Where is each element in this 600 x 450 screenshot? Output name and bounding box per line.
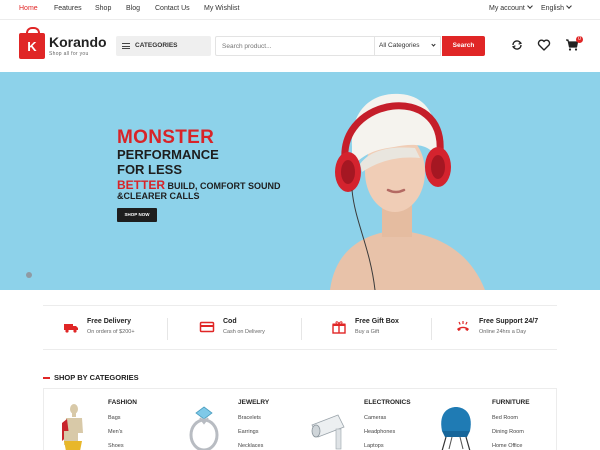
logo-icon[interactable]: K [19, 27, 45, 59]
category-title[interactable]: JEWELRY [238, 399, 269, 406]
phone-icon [457, 321, 469, 331]
category-link[interactable]: Bags [108, 415, 121, 421]
hero-heading-4: BETTER BUILD, COMFORT SOUND [117, 178, 281, 192]
nav-contact-us[interactable]: Contact Us [155, 5, 190, 12]
feature-subtitle: Online 24hrs a Day [479, 329, 527, 335]
category-link[interactable]: Earrings [238, 429, 258, 435]
hero-heading-4-accent: BETTER [117, 178, 165, 192]
nav-features[interactable]: Features [54, 5, 82, 12]
menu-icon [122, 43, 130, 49]
my-account-dropdown[interactable]: My account [489, 3, 533, 12]
category-link[interactable]: Bed Room [492, 415, 518, 421]
section-accent-bar [43, 377, 50, 379]
furniture-category-image[interactable] [434, 401, 479, 450]
category-title[interactable]: ELECTRONICS [364, 399, 411, 406]
hero-heading-2: PERFORMANCE [117, 147, 219, 162]
card-icon [199, 321, 215, 333]
category-link[interactable]: Dining Room [492, 429, 524, 435]
category-link[interactable]: Men's [108, 429, 123, 435]
category-link[interactable]: Bracelets [238, 415, 261, 421]
categories-grid: FASHION Bags Men's Shoes JEWELRY Bracele… [43, 388, 557, 450]
cart-count-badge: 0 [576, 36, 583, 43]
feature-title: Free Support 24/7 [479, 318, 539, 325]
my-account-label: My account [489, 5, 525, 12]
hero-heading-3: FOR LESS [117, 162, 183, 177]
compare-icon[interactable] [510, 38, 524, 52]
truck-icon [64, 324, 78, 333]
category-link[interactable]: Cameras [364, 415, 386, 421]
hero-model-image [330, 93, 485, 290]
language-label: English [541, 5, 564, 12]
category-link[interactable]: Headphones [364, 429, 395, 435]
logo-name[interactable]: Korando [49, 34, 107, 50]
divider [167, 318, 168, 340]
language-dropdown[interactable]: English [541, 3, 572, 12]
category-link[interactable]: Laptops [364, 443, 384, 449]
fashion-category-image[interactable] [52, 401, 97, 450]
category-link[interactable]: Shoes [108, 443, 124, 449]
slider-dot[interactable] [26, 272, 32, 278]
search-category-label: All Categories [379, 42, 420, 49]
nav-my-wishlist[interactable]: My Wishlist [204, 5, 239, 12]
hero-heading-5: &CLEARER CALLS [117, 191, 200, 201]
search-input[interactable] [216, 37, 371, 55]
chevron-down-icon [431, 42, 436, 47]
hero-banner: MONSTER PERFORMANCE FOR LESS BETTER BUIL… [0, 72, 600, 290]
chevron-down-icon [526, 3, 533, 9]
feature-subtitle: Buy a Gift [355, 329, 380, 335]
category-fashion: FASHION Bags Men's Shoes [44, 389, 172, 450]
hero-heading-1: MONSTER [117, 127, 215, 148]
logo-tagline: Shop all for you [49, 51, 89, 57]
nav-blog[interactable]: Blog [126, 5, 140, 12]
features-strip: Free Delivery On orders of $200+ Cod Cas… [43, 305, 557, 350]
search-bar: All Categories [215, 36, 441, 56]
feature-subtitle: On orders of $200+ [87, 329, 135, 335]
shop-now-button[interactable]: SHOP NOW [117, 208, 157, 222]
chevron-down-icon [566, 3, 572, 9]
search-category-select[interactable]: All Categories [374, 37, 441, 55]
heart-icon[interactable] [537, 38, 551, 52]
category-jewelry: JEWELRY Bracelets Earrings Necklaces [172, 389, 300, 450]
nav-home[interactable]: Home [19, 5, 38, 12]
feature-subtitle: Cash on Delivery [223, 329, 265, 335]
categories-label: CATEGORIES [135, 42, 178, 49]
logo-letter: K [27, 39, 37, 54]
jewelry-category-image[interactable] [182, 401, 227, 450]
search-button[interactable]: Search [442, 36, 485, 56]
gift-icon [332, 321, 346, 334]
category-furniture: FURNITURE Bed Room Dining Room Home Offi… [428, 389, 556, 450]
hero-heading-4-rest: BUILD, COMFORT SOUND [165, 181, 281, 191]
feature-title: Cod [223, 318, 237, 325]
section-title: SHOP BY CATEGORIES [54, 373, 139, 382]
electronics-category-image[interactable] [308, 401, 353, 450]
category-title[interactable]: FASHION [108, 399, 137, 406]
divider [301, 318, 302, 340]
category-title[interactable]: FURNITURE [492, 399, 530, 406]
feature-title: Free Delivery [87, 318, 131, 325]
nav-shop[interactable]: Shop [95, 5, 111, 12]
divider [431, 318, 432, 340]
category-link[interactable]: Home Office [492, 443, 522, 449]
top-bar: Home Features Shop Blog Contact Us My Wi… [0, 0, 600, 20]
category-link[interactable]: Necklaces [238, 443, 263, 449]
feature-title: Free Gift Box [355, 318, 399, 325]
categories-button[interactable]: CATEGORIES [116, 36, 211, 56]
category-electronics: ELECTRONICS Cameras Headphones Laptops [300, 389, 428, 450]
